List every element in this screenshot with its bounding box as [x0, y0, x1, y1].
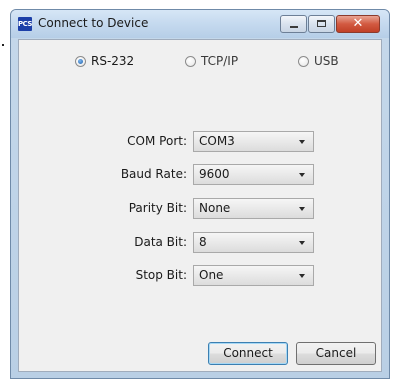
chevron-down-icon [299, 274, 305, 278]
radio-tcpip-label[interactable]: TCP/IP [201, 54, 238, 68]
parity-bit-value: None [199, 201, 231, 215]
close-icon: ✕ [352, 16, 364, 31]
parity-bit-row: Parity Bit: None [19, 198, 381, 220]
minimize-button[interactable] [280, 15, 307, 33]
window-title: Connect to Device [38, 16, 149, 30]
maximize-button[interactable] [308, 15, 335, 33]
app-icon: PCS [18, 17, 32, 31]
chevron-down-icon [299, 207, 305, 211]
data-bit-row: Data Bit: 8 [19, 232, 381, 254]
radio-selected-dot [78, 59, 83, 64]
connection-type-group: RS-232 TCP/IP USB [19, 52, 381, 76]
maximize-icon [317, 20, 326, 27]
radio-usb-circle[interactable] [298, 56, 309, 67]
dialog-client-area: RS-232 TCP/IP USB COM Port: COM3 Baud Ra… [18, 39, 382, 372]
com-port-value: COM3 [199, 134, 235, 148]
chevron-down-icon [299, 241, 305, 245]
radio-tcpip-circle[interactable] [185, 56, 196, 67]
parity-bit-select[interactable]: None [193, 198, 314, 219]
data-bit-value: 8 [199, 235, 207, 249]
parity-bit-label: Parity Bit: [128, 201, 187, 215]
title-bar[interactable]: PCS Connect to Device ✕ [11, 10, 389, 38]
com-port-row: COM Port: COM3 [19, 131, 381, 153]
chevron-down-icon [299, 173, 305, 177]
connect-button[interactable]: Connect [208, 342, 288, 365]
radio-rs232-circle[interactable] [75, 56, 86, 67]
radio-rs232-label[interactable]: RS-232 [91, 54, 134, 68]
data-bit-select[interactable]: 8 [193, 232, 314, 253]
baud-rate-select[interactable]: 9600 [193, 164, 314, 185]
com-port-select[interactable]: COM3 [193, 131, 314, 152]
baud-rate-label: Baud Rate: [120, 167, 187, 181]
baud-rate-row: Baud Rate: 9600 [19, 164, 381, 186]
stray-dot [2, 44, 4, 46]
stop-bit-row: Stop Bit: One [19, 265, 381, 287]
com-port-label: COM Port: [127, 134, 187, 148]
data-bit-label: Data Bit: [134, 235, 187, 249]
connect-dialog-window: PCS Connect to Device ✕ RS-232 TCP/IP US… [10, 9, 390, 379]
baud-rate-value: 9600 [199, 167, 230, 181]
minimize-icon [290, 26, 298, 28]
radio-usb-label[interactable]: USB [314, 54, 339, 68]
stop-bit-value: One [199, 268, 224, 282]
chevron-down-icon [299, 140, 305, 144]
cancel-button[interactable]: Cancel [296, 342, 376, 365]
stop-bit-select[interactable]: One [193, 265, 314, 286]
close-button[interactable]: ✕ [336, 15, 380, 33]
stop-bit-label: Stop Bit: [135, 268, 187, 282]
